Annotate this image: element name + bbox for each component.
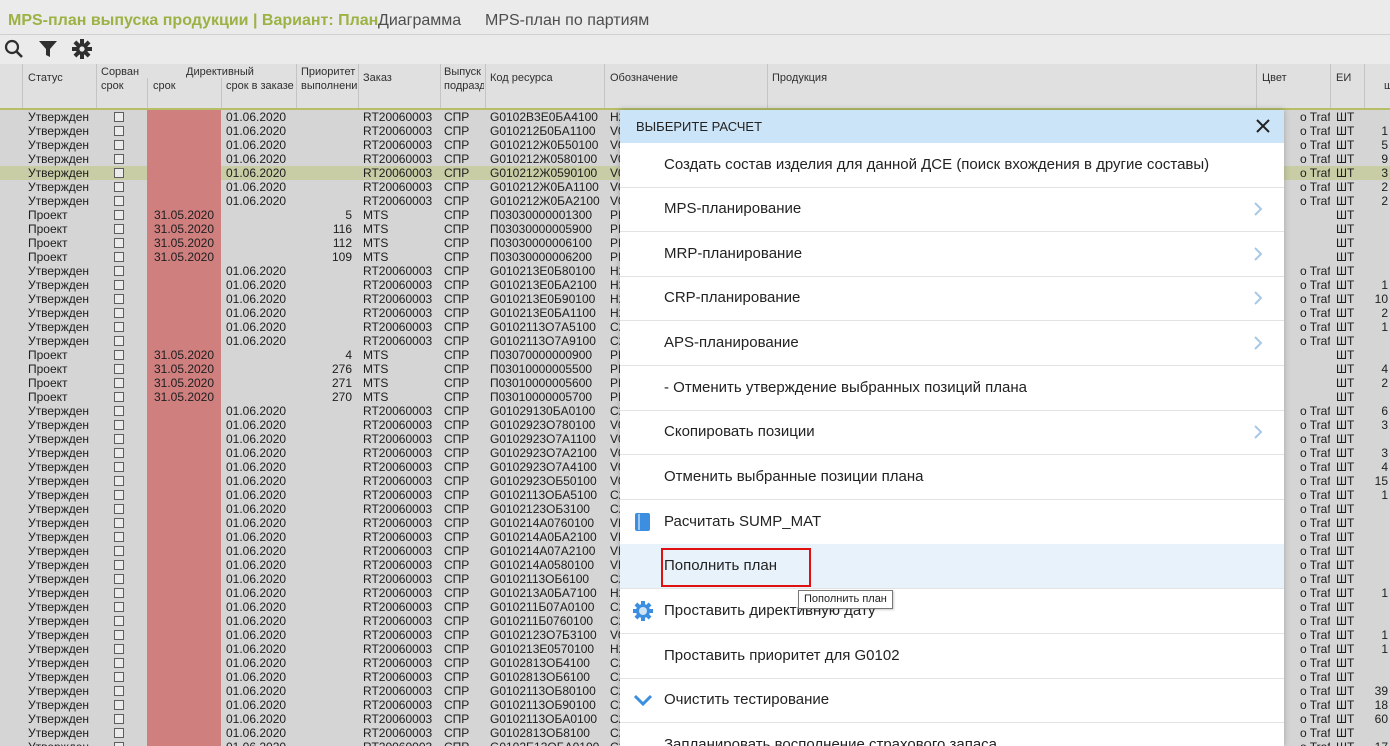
menu-item-create-bom[interactable]: Создать состав изделия для данной ДСЕ (п… <box>620 143 1284 188</box>
dialog-title: ВЫБЕРИТЕ РАСЧЕТ <box>636 119 763 134</box>
menu-item-aps[interactable]: APS-планирование <box>620 321 1284 366</box>
tooltip: Пополнить план <box>798 590 893 609</box>
menu-item-label: APS-планирование <box>664 334 799 351</box>
menu-item-set-directive-date[interactable]: Проставить директивную дату <box>620 589 1284 634</box>
chevron-right-icon <box>1252 201 1264 217</box>
menu-item-label: Создать состав изделия для данной ДСЕ (п… <box>664 156 1210 173</box>
menu-item-label: - Отменить утверждение выбранных позиций… <box>664 379 1027 396</box>
menu-item-label: CRP-планирование <box>664 289 801 306</box>
select-calculation-dialog: ВЫБЕРИТЕ РАСЧЕТ Создать состав изделия д… <box>620 110 1284 746</box>
menu-item-label: MRP-планирование <box>664 245 803 262</box>
menu-item-label: Отменить выбранные позиции плана <box>664 468 924 485</box>
menu-item-mps[interactable]: MPS-планирование <box>620 187 1284 232</box>
book-icon <box>632 511 654 533</box>
menu-item-mrp[interactable]: MRP-планирование <box>620 232 1284 277</box>
chevron-down-icon <box>632 689 654 711</box>
highlight-box <box>661 548 811 587</box>
menu-item-label: MPS-планирование <box>664 200 802 217</box>
chevron-right-icon <box>1252 290 1264 306</box>
menu-item-label: Расчитать SUMP_MAT <box>664 513 822 530</box>
badge-gear-icon <box>632 600 654 622</box>
menu-item-clear-testing[interactable]: Очистить тестирование <box>620 678 1284 723</box>
menu-item-label: Проставить приоритет для G0102 <box>664 647 900 664</box>
menu-item-cancel-approval[interactable]: - Отменить утверждение выбранных позиций… <box>620 366 1284 411</box>
menu-item-crp[interactable]: CRP-планирование <box>620 276 1284 321</box>
menu-item-label: Запланировать восполнение страхового зап… <box>664 736 998 746</box>
menu-item-sump-mat[interactable]: Расчитать SUMP_MAT <box>620 500 1284 545</box>
menu-item-safety-stock[interactable]: Запланировать восполнение страхового зап… <box>620 723 1284 746</box>
chevron-right-icon <box>1252 424 1264 440</box>
menu-item-label: Скопировать позиции <box>664 423 815 440</box>
chevron-right-icon <box>1252 246 1264 262</box>
chevron-right-icon <box>1252 335 1264 351</box>
dialog-header: ВЫБЕРИТЕ РАСЧЕТ <box>620 110 1284 143</box>
menu-item-label: Очистить тестирование <box>664 691 830 708</box>
close-icon[interactable] <box>1252 115 1274 137</box>
menu-item-set-priority[interactable]: Проставить приоритет для G0102 <box>620 634 1284 679</box>
menu-item-cancel-positions[interactable]: Отменить выбранные позиции плана <box>620 455 1284 500</box>
menu-item-copy-positions[interactable]: Скопировать позиции <box>620 410 1284 455</box>
